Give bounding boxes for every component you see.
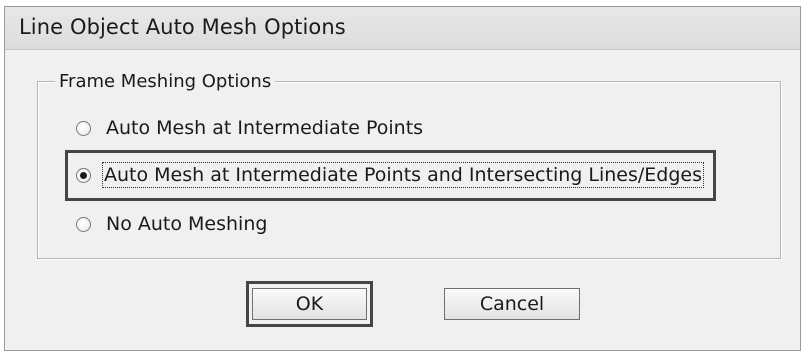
ok-button[interactable]: OK (252, 288, 367, 320)
frame-meshing-group-label: Frame Meshing Options (55, 71, 276, 93)
window-title: Line Object Auto Mesh Options (19, 15, 346, 39)
radio-no-auto-meshing[interactable]: No Auto Meshing (70, 209, 267, 239)
radio-checked-icon[interactable] (76, 167, 91, 183)
radio-unchecked-icon[interactable] (76, 216, 91, 232)
radio-label-no-auto-meshing[interactable]: No Auto Meshing (106, 213, 267, 235)
title-bar[interactable]: Line Object Auto Mesh Options (5, 7, 800, 50)
radio-unchecked-icon[interactable] (76, 120, 91, 136)
radio-label-intermediate-and-intersecting[interactable]: Auto Mesh at Intermediate Points and Int… (102, 162, 704, 188)
radio-intermediate-and-intersecting[interactable]: Auto Mesh at Intermediate Points and Int… (70, 160, 704, 190)
cancel-button[interactable]: Cancel (444, 288, 580, 320)
radio-intermediate-points[interactable]: Auto Mesh at Intermediate Points (70, 113, 423, 143)
radio-label-intermediate-points[interactable]: Auto Mesh at Intermediate Points (106, 117, 423, 139)
